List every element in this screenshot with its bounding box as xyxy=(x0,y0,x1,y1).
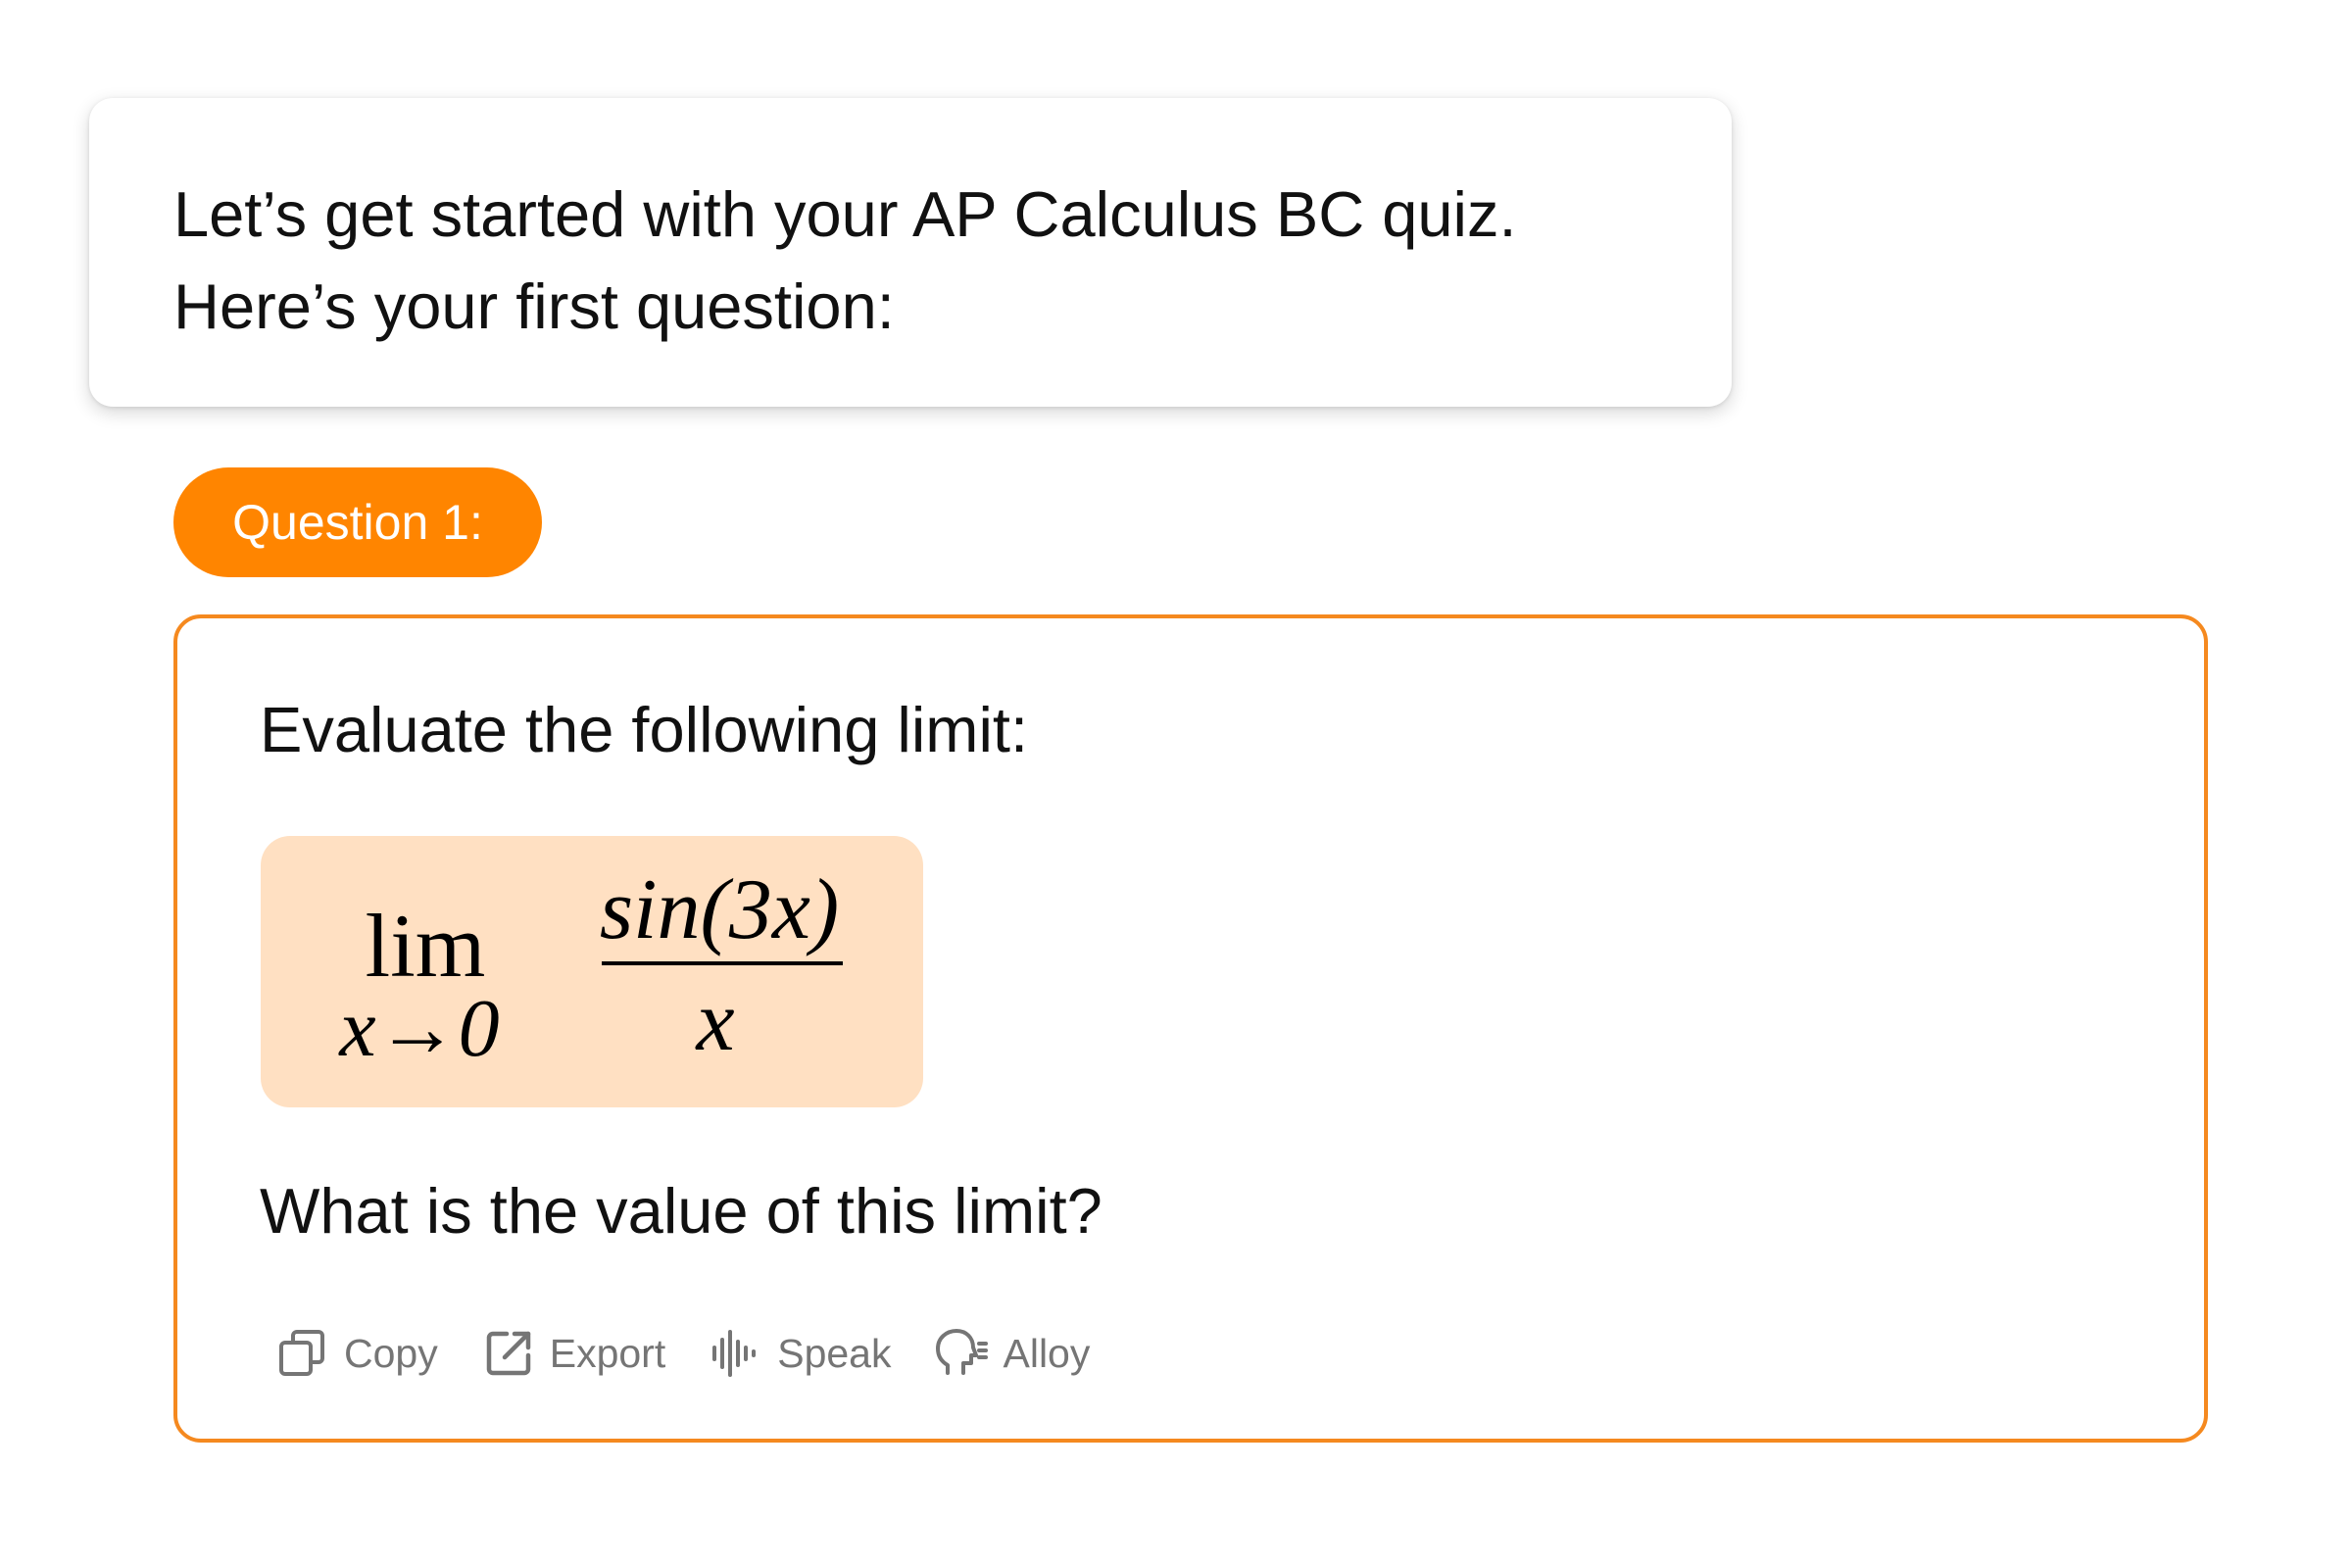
speak-button[interactable]: Speak xyxy=(709,1326,891,1381)
voice-head-icon xyxy=(934,1326,989,1381)
formula-lim: lim xyxy=(366,896,486,996)
question-number-badge: Question 1: xyxy=(173,467,542,577)
copy-button[interactable]: Copy xyxy=(275,1326,438,1381)
intro-message-line-2: Here’s your first question: xyxy=(173,270,895,342)
formula-subscript: x→0 xyxy=(337,983,499,1074)
voice-alloy-button[interactable]: Alloy xyxy=(934,1326,1090,1381)
copy-icon xyxy=(275,1326,330,1381)
alloy-label: Alloy xyxy=(1003,1330,1091,1376)
export-label: Export xyxy=(549,1330,666,1376)
export-button[interactable]: Export xyxy=(481,1326,666,1381)
intro-message-bubble: Let’s get started with your AP Calculus … xyxy=(89,98,1732,407)
speak-label: Speak xyxy=(777,1330,892,1376)
speak-icon xyxy=(709,1326,763,1381)
question-text: What is the value of this limit? xyxy=(260,1175,1102,1247)
question-card: Evaluate the following limit: lim x→0 si… xyxy=(173,614,2208,1443)
formula-denominator: x xyxy=(694,974,734,1069)
question-prompt: Evaluate the following limit: xyxy=(260,694,1028,765)
intro-message-line-1: Let’s get started with your AP Calculus … xyxy=(173,178,1517,250)
limit-formula: lim x→0 sin(3x) x xyxy=(261,836,923,1107)
export-icon xyxy=(481,1326,536,1381)
copy-label: Copy xyxy=(344,1330,438,1376)
message-actions: Copy Export Speak Alloy xyxy=(275,1319,1133,1388)
formula-numerator: sin(3x) xyxy=(600,862,839,957)
